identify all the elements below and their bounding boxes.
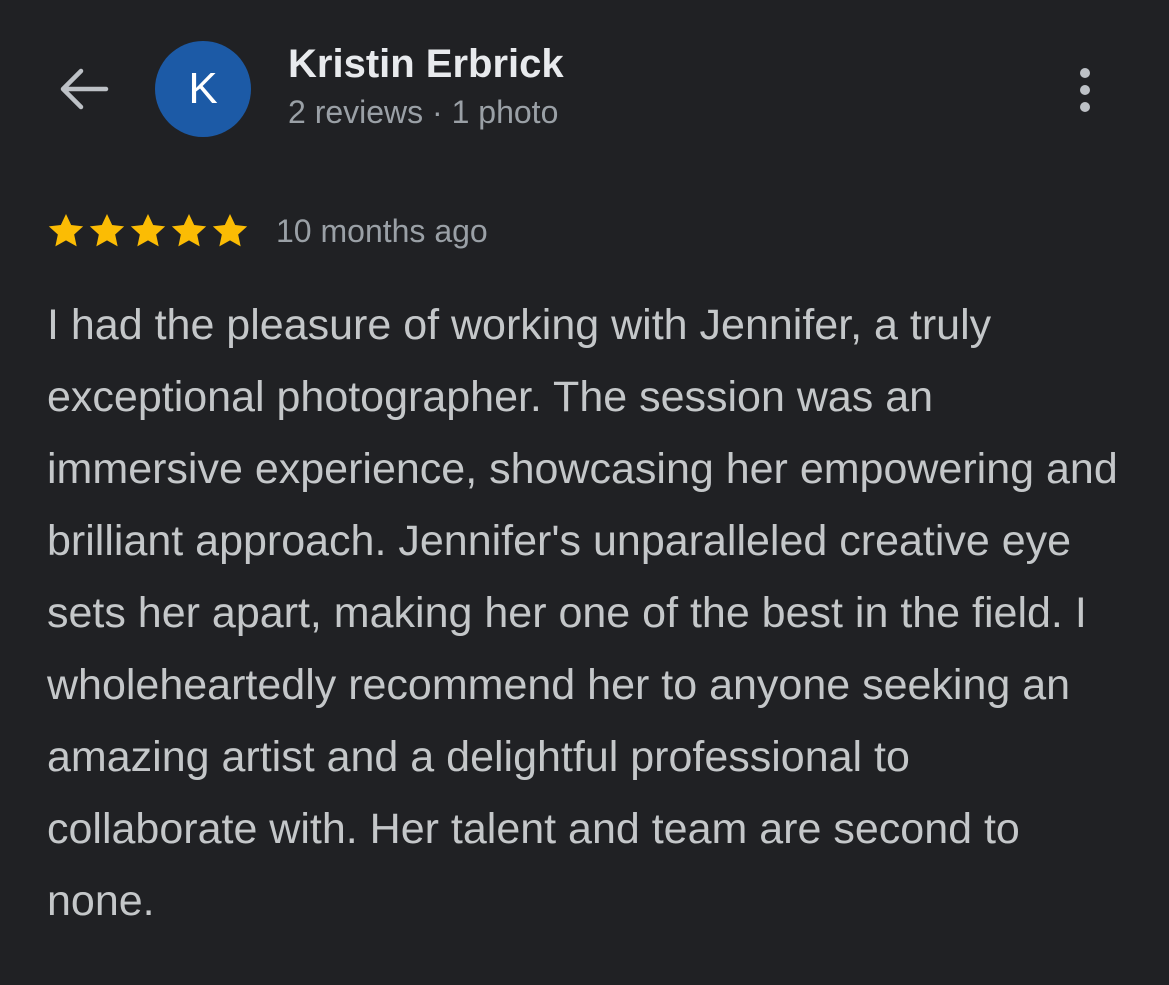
review-text: I had the pleasure of working with Jenni… (47, 301, 1118, 925)
review-header: K Kristin Erbrick 2 reviews · 1 photo (0, 0, 1169, 170)
star-icon (212, 214, 248, 247)
reviewer-name[interactable]: Kristin Erbrick (288, 42, 564, 87)
star-icon (89, 214, 125, 247)
star-icon (48, 214, 84, 247)
star-icon (130, 214, 166, 247)
avatar-letter: K (188, 64, 218, 113)
reviewer-meta: 2 reviews · 1 photo (288, 94, 559, 130)
avatar[interactable]: K (155, 41, 251, 137)
star-rating (46, 211, 250, 251)
review-date: 10 months ago (276, 212, 488, 249)
more-vertical-icon (1080, 68, 1090, 78)
arrow-left-icon (60, 68, 109, 110)
star-icon (171, 214, 207, 247)
back-button[interactable] (52, 60, 114, 118)
rating-row: 10 months ago (46, 208, 488, 254)
more-options-button[interactable] (1062, 62, 1108, 118)
